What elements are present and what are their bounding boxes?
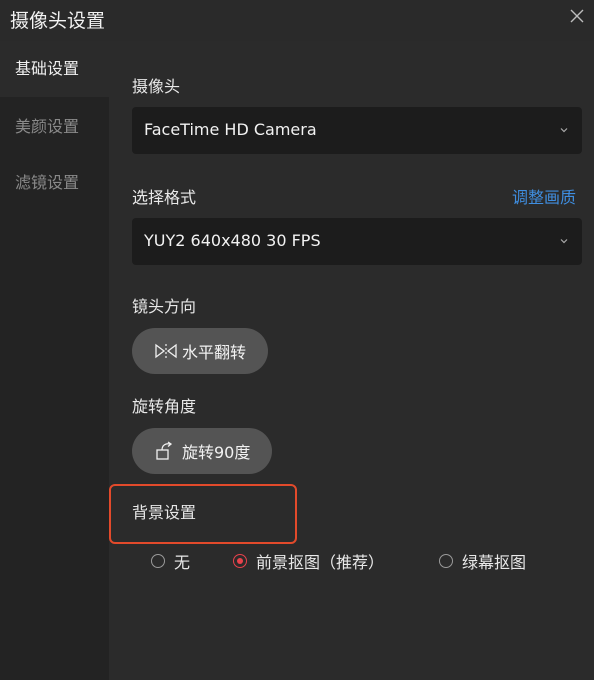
sidebar-item-filter[interactable]: 滤镜设置 (0, 155, 109, 211)
window-title: 摄像头设置 (10, 10, 106, 32)
rotate-90-button[interactable]: 旋转90度 (132, 428, 273, 474)
highlight-box (109, 484, 297, 544)
flip-horizontal-label: 水平翻转 (182, 343, 247, 362)
radio-label: 前景抠图（推荐） (256, 553, 385, 572)
background-option-green-screen[interactable]: 绿幕抠图 (439, 549, 526, 573)
sidebar-item-label: 基础设置 (15, 59, 80, 78)
chevron-down-icon (560, 128, 568, 133)
main-panel: 摄像头 FaceTime HD Camera 选择格式 调整画质 YUY2 64… (109, 41, 594, 680)
lens-direction-label: 镜头方向 (132, 297, 197, 316)
flip-horizontal-button[interactable]: 水平翻转 (132, 328, 269, 374)
camera-label: 摄像头 (132, 77, 181, 96)
background-option-none[interactable]: 无 (151, 549, 190, 573)
title-bar: 摄像头设置 (0, 0, 594, 41)
close-icon (570, 9, 584, 23)
sidebar-item-basic[interactable]: 基础设置 (0, 41, 109, 97)
adjust-quality-link[interactable]: 调整画质 (512, 184, 576, 208)
rotation-label: 旋转角度 (132, 397, 197, 416)
camera-select-value: FaceTime HD Camera (144, 120, 317, 139)
sidebar: 基础设置 美颜设置 滤镜设置 (0, 41, 109, 680)
rotate-90-label: 旋转90度 (182, 443, 251, 462)
sidebar-item-label: 美颜设置 (15, 117, 80, 136)
flip-horizontal-icon (155, 343, 177, 359)
format-select[interactable]: YUY2 640x480 30 FPS (132, 218, 582, 265)
radio-circle (439, 554, 453, 568)
sidebar-item-beauty[interactable]: 美颜设置 (0, 99, 109, 155)
radio-circle-checked (233, 554, 247, 568)
radio-label: 绿幕抠图 (462, 553, 527, 572)
camera-select[interactable]: FaceTime HD Camera (132, 107, 582, 154)
format-select-value: YUY2 640x480 30 FPS (144, 231, 321, 250)
sidebar-item-label: 滤镜设置 (15, 173, 80, 192)
format-label: 选择格式 (132, 188, 197, 207)
radio-circle (151, 554, 165, 568)
chevron-down-icon (560, 239, 568, 244)
rotate-icon (156, 441, 173, 460)
close-button[interactable] (566, 5, 588, 27)
radio-label: 无 (174, 553, 191, 572)
background-option-foreground-matting[interactable]: 前景抠图（推荐） (233, 549, 384, 573)
